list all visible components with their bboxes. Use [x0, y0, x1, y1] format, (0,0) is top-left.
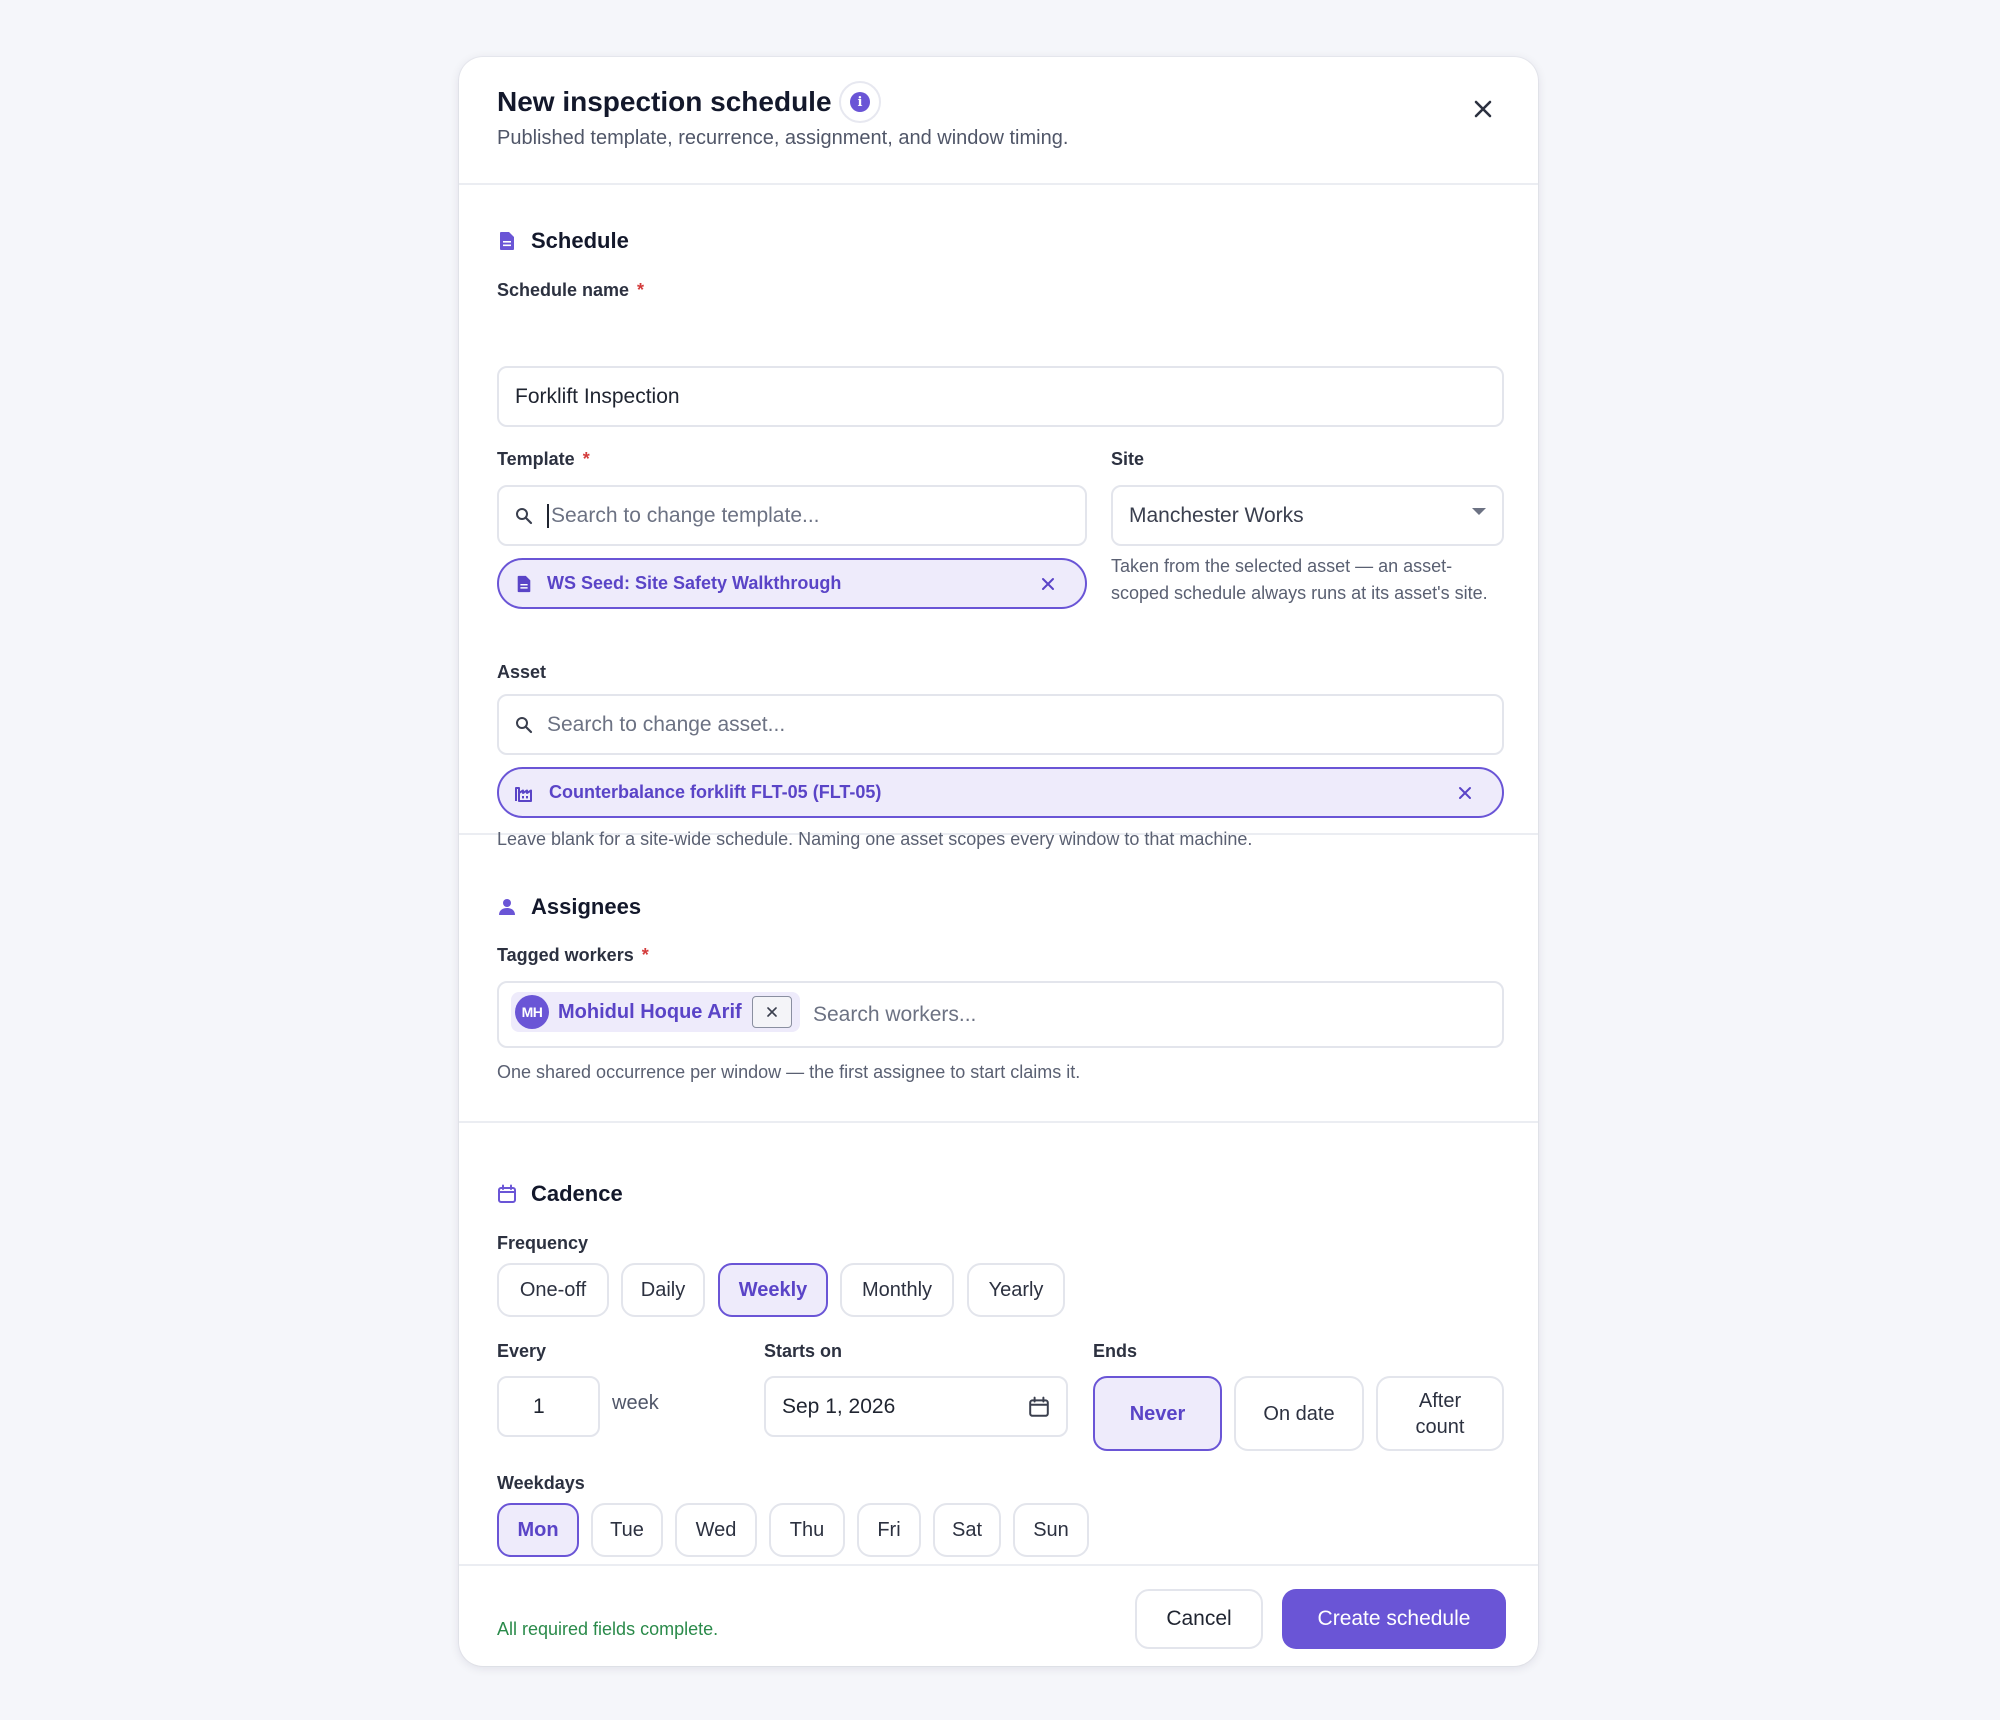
frequency-one-off[interactable]: One-off: [497, 1263, 609, 1317]
weekday-thu[interactable]: Thu: [769, 1503, 845, 1557]
weekdays-label: Weekdays: [497, 1473, 585, 1493]
every-interval-input[interactable]: 1: [497, 1376, 600, 1437]
weekday-sat[interactable]: Sat: [933, 1503, 1001, 1557]
template-label: Template *: [497, 449, 590, 469]
site-label: Site: [1111, 449, 1145, 469]
tagged-workers-label: Tagged workers *: [497, 945, 649, 965]
worker-tag: MH Mohidul Hoque Arif: [511, 992, 800, 1032]
schedule-name-label: Schedule name *: [497, 280, 645, 300]
person-icon: [499, 899, 515, 915]
remove-asset-icon[interactable]: [1458, 786, 1472, 800]
cadence-section-title: Cadence: [497, 1181, 623, 1207]
remove-template-icon[interactable]: [1041, 577, 1055, 591]
selected-template-chip: WS Seed: Site Safety Walkthrough: [497, 558, 1087, 609]
assignees-section: Assignees Tagged workers * MH Mohidul Hoq…: [459, 837, 1538, 1123]
dialog-title: New inspection schedule: [497, 86, 832, 117]
ends-on-date[interactable]: On date: [1234, 1376, 1364, 1451]
info-icon: i: [850, 92, 870, 112]
frequency-monthly[interactable]: Monthly: [840, 1263, 954, 1317]
starts-on-label: Starts on: [764, 1341, 843, 1361]
dialog-subtitle: Published template, recurrence, assignme…: [497, 127, 1069, 149]
weekday-tue[interactable]: Tue: [591, 1503, 663, 1557]
validation-status: All required fields complete.: [497, 1619, 719, 1639]
document-icon: [517, 575, 531, 592]
new-schedule-dialog: New inspection schedule i Published temp…: [459, 57, 1538, 1666]
assignees-section-title: Assignees: [497, 894, 641, 920]
workers-search-placeholder: Search workers...: [813, 1002, 977, 1026]
asset-search-input[interactable]: Search to change asset...: [497, 694, 1504, 755]
start-date-input[interactable]: Sep 1, 2026: [764, 1376, 1068, 1437]
search-icon: [516, 716, 533, 733]
frequency-daily[interactable]: Daily: [621, 1263, 705, 1317]
worker-name: Mohidul Hoque Arif: [558, 1000, 742, 1023]
ends-label: Ends: [1093, 1341, 1138, 1361]
asset-label: Asset: [497, 662, 547, 682]
calendar-icon: [498, 1184, 516, 1203]
workers-tag-input[interactable]: MH Mohidul Hoque Arif Search workers...: [497, 981, 1504, 1048]
factory-icon: [515, 786, 532, 802]
weekday-mon[interactable]: Mon: [497, 1503, 579, 1557]
avatar: MH: [515, 995, 549, 1029]
create-schedule-button[interactable]: Create schedule: [1282, 1589, 1506, 1649]
frequency-weekly[interactable]: Weekly: [718, 1263, 828, 1317]
ends-after-count[interactable]: After count: [1376, 1376, 1504, 1451]
dialog-header: New inspection schedule i Published temp…: [459, 57, 1538, 185]
close-icon: [766, 1007, 777, 1017]
close-icon: [1474, 100, 1492, 118]
every-unit: week: [612, 1392, 659, 1414]
schedule-section-title: Schedule: [497, 228, 629, 254]
template-search-input[interactable]: Search to change template...: [497, 485, 1087, 546]
ends-never[interactable]: Never: [1093, 1376, 1222, 1451]
weekday-sun[interactable]: Sun: [1013, 1503, 1089, 1557]
cadence-section: Cadence Frequency One-off Daily Weekly M…: [459, 1125, 1538, 1624]
dialog-body[interactable]: Schedule Schedule name * Forklift Inspect…: [459, 187, 1538, 1624]
cancel-button[interactable]: Cancel: [1135, 1589, 1263, 1649]
every-label: Every: [497, 1341, 547, 1361]
site-select[interactable]: Manchester Works: [1111, 485, 1504, 546]
document-icon: [500, 232, 514, 250]
assignees-help-text: One shared occurrence per window — the f…: [497, 1062, 1081, 1082]
info-button[interactable]: i: [839, 81, 881, 123]
frequency-label: Frequency: [497, 1233, 589, 1253]
schedule-section: Schedule Schedule name * Forklift Inspect…: [459, 187, 1538, 849]
chevron-down-icon: [1472, 508, 1486, 515]
selected-asset-chip: Counterbalance forklift FLT-05 (FLT-05): [497, 767, 1504, 818]
site-help-text: Taken from the selected asset — an asset…: [1111, 556, 1488, 603]
weekday-fri[interactable]: Fri: [857, 1503, 921, 1557]
footer-divider: [459, 1564, 1538, 1566]
remove-worker-button[interactable]: [751, 996, 792, 1028]
search-icon: [516, 507, 533, 524]
schedule-name-input[interactable]: Forklift Inspection: [497, 366, 1504, 427]
calendar-icon[interactable]: [1028, 1396, 1050, 1418]
weekday-wed[interactable]: Wed: [675, 1503, 757, 1557]
close-button[interactable]: [1465, 91, 1501, 127]
frequency-yearly[interactable]: Yearly: [967, 1263, 1065, 1317]
